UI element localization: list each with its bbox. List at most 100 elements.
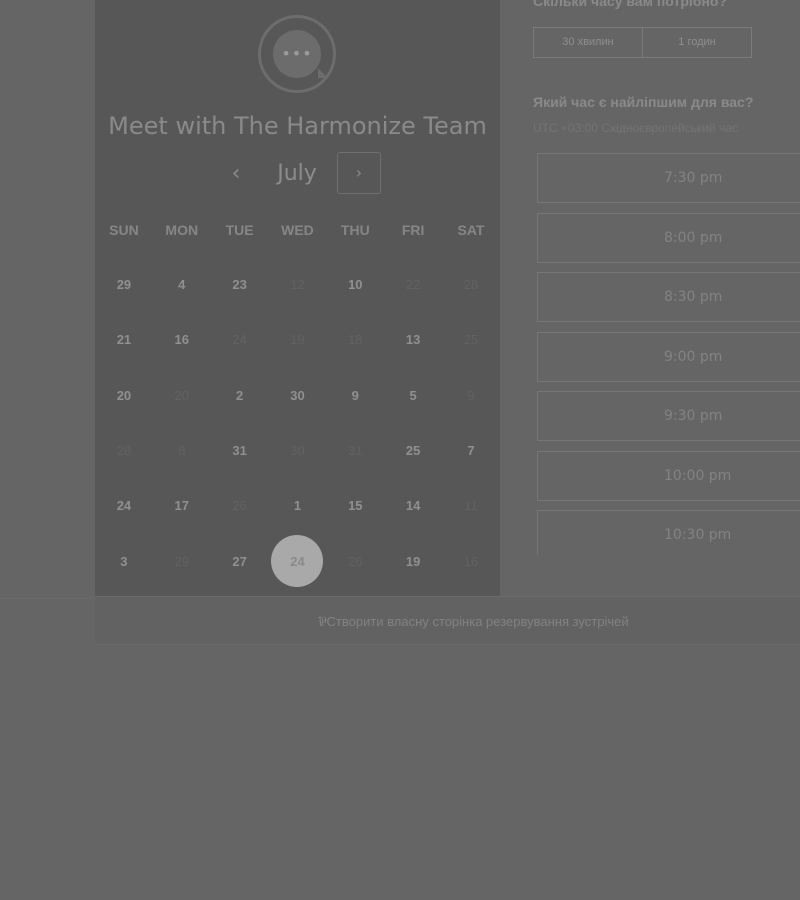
day-number: 30 bbox=[290, 387, 305, 403]
time-slot-button[interactable]: 9:30 pm bbox=[537, 391, 800, 441]
month-label: July bbox=[277, 161, 317, 186]
time-slot-button[interactable]: 9:00 pm bbox=[537, 331, 800, 382]
calendar-day: 22 bbox=[384, 257, 442, 312]
calendar-day: 12 bbox=[269, 257, 327, 312]
day-number: 9 bbox=[467, 387, 475, 403]
next-month-button[interactable]: › bbox=[337, 152, 381, 194]
day-number: 31 bbox=[232, 443, 247, 459]
day-number: 9 bbox=[351, 387, 359, 403]
calendar-day: 11 bbox=[442, 478, 500, 533]
calendar-day[interactable]: 17 bbox=[153, 478, 211, 533]
day-number: 26 bbox=[348, 553, 363, 569]
weekday-label: TUE bbox=[225, 222, 254, 238]
calendar-day[interactable]: 14 bbox=[384, 478, 442, 533]
day-number: 28 bbox=[116, 443, 132, 459]
time-question: Який час є найліпшим для вас? bbox=[533, 94, 754, 110]
calendar-day: 20 bbox=[153, 368, 211, 423]
calendar-day[interactable]: 15 bbox=[326, 478, 384, 533]
day-number: 19 bbox=[405, 553, 421, 569]
timezone-label: UTC +03:00 Східноєвропейський час bbox=[533, 121, 738, 135]
day-number: 24 bbox=[116, 498, 132, 514]
calendar-day[interactable]: 23 bbox=[211, 257, 269, 312]
calendar-day: 24 bbox=[211, 312, 269, 367]
duration-option-30min[interactable]: 30 хвилин bbox=[534, 28, 642, 57]
weekday-label: FRI bbox=[401, 222, 425, 238]
footer-link-text: Створити власну сторінка резервування зу… bbox=[326, 614, 629, 629]
weekday-label: MON bbox=[165, 222, 199, 238]
calendar-day[interactable]: 25 bbox=[384, 423, 442, 478]
time-slot-button[interactable]: 10:00 pm bbox=[537, 450, 800, 501]
calendar-day[interactable]: 3 bbox=[95, 533, 153, 588]
organizer-name: Meet with The Harmonize Team bbox=[108, 112, 487, 140]
calendar-day[interactable]: 24 bbox=[95, 478, 153, 533]
day-number: 1 bbox=[293, 498, 302, 514]
calendar-day[interactable]: 27 bbox=[211, 533, 269, 588]
calendar-day[interactable]: 4 bbox=[153, 257, 211, 312]
calendar-day[interactable]: 21 bbox=[95, 312, 153, 367]
day-number: 14 bbox=[405, 498, 421, 514]
day-number: 21 bbox=[116, 332, 132, 348]
calendar-day: 30 bbox=[269, 423, 327, 478]
calendar-day: 28 bbox=[95, 423, 153, 478]
calendar-day: 19 bbox=[269, 312, 327, 367]
calendar-day[interactable]: 2 bbox=[211, 368, 269, 423]
chevron-right-icon: › bbox=[355, 163, 363, 182]
calendar-day[interactable]: 9 bbox=[326, 368, 384, 423]
calendar-day[interactable]: 10 bbox=[326, 257, 384, 312]
organizer-avatar: ••• bbox=[258, 15, 336, 93]
calendar-day[interactable]: 16 bbox=[153, 312, 211, 367]
time-slot-list: 7:30 pm 8:00 pm 8:30 pm 9:00 pm 9:30 pm 10:00… bbox=[537, 153, 800, 555]
calendar-day: 18 bbox=[326, 312, 384, 367]
calendar-day: 31 bbox=[326, 423, 384, 478]
weekday-label: SAT bbox=[457, 222, 485, 238]
footer-divider bbox=[0, 598, 95, 599]
day-number: 22 bbox=[405, 277, 421, 293]
calendar-day[interactable]: 19 bbox=[384, 533, 442, 588]
duration-option-1hour[interactable]: 1 годин bbox=[642, 28, 751, 57]
day-number: 30 bbox=[290, 443, 305, 459]
day-number: 24 bbox=[232, 332, 247, 348]
day-number: 16 bbox=[174, 332, 189, 348]
create-booking-page-link[interactable]: ⅌Створити власну сторінка резервування з… bbox=[318, 612, 629, 630]
day-number: 25 bbox=[405, 443, 421, 459]
duration-selector: 30 хвилин 1 годин bbox=[533, 27, 752, 58]
calendar-day[interactable]: 13 bbox=[384, 312, 442, 367]
day-number: 10 bbox=[348, 277, 363, 293]
weekday-label: SUN bbox=[109, 222, 139, 238]
duration-question: Скільки часу вам потрібно? bbox=[533, 0, 728, 9]
day-number: 8 bbox=[178, 443, 186, 459]
day-number: 24 bbox=[271, 535, 324, 588]
calendar-day[interactable]: 1 bbox=[269, 478, 327, 533]
day-number: 15 bbox=[348, 498, 363, 514]
time-slot-button[interactable]: 8:30 pm bbox=[537, 272, 800, 322]
day-number: 5 bbox=[409, 387, 417, 403]
day-number: 7 bbox=[467, 443, 475, 459]
day-number: 31 bbox=[348, 443, 363, 459]
calendar-day[interactable]: 30 bbox=[269, 368, 327, 423]
calendar-day[interactable]: 5 bbox=[384, 368, 442, 423]
calendar-day: 8 bbox=[153, 423, 211, 478]
time-slot-button[interactable]: 8:00 pm bbox=[537, 212, 800, 263]
hubspot-sprocket-icon: ⅌ bbox=[318, 614, 327, 629]
calendar-day: 25 bbox=[442, 312, 500, 367]
calendar-day[interactable]: 29 bbox=[95, 257, 153, 312]
day-number: 17 bbox=[174, 498, 189, 514]
time-slot-button[interactable]: 10:30 pm bbox=[537, 510, 800, 555]
calendar-day: 26 bbox=[211, 478, 269, 533]
day-number: 20 bbox=[174, 387, 189, 403]
day-number: 29 bbox=[116, 277, 132, 293]
selected-day[interactable]: 24 bbox=[269, 533, 327, 588]
calendar-day[interactable]: 7 bbox=[442, 423, 500, 478]
calendar-day: 26 bbox=[326, 533, 384, 588]
time-slot-button[interactable]: 7:30 pm bbox=[537, 153, 800, 203]
day-number: 12 bbox=[290, 277, 305, 293]
calendar-day: 9 bbox=[442, 368, 500, 423]
calendar-day[interactable]: 20 bbox=[95, 368, 153, 423]
chevron-left-icon[interactable]: ‹ bbox=[224, 160, 248, 188]
day-number: 25 bbox=[463, 332, 479, 348]
weekday-header: SUN MON TUE WED THU FRI SAT bbox=[95, 222, 500, 238]
calendar-day: 16 bbox=[442, 533, 500, 588]
weekday-label: WED bbox=[281, 222, 314, 238]
calendar-day[interactable]: 31 bbox=[211, 423, 269, 478]
day-number: 26 bbox=[232, 498, 247, 514]
